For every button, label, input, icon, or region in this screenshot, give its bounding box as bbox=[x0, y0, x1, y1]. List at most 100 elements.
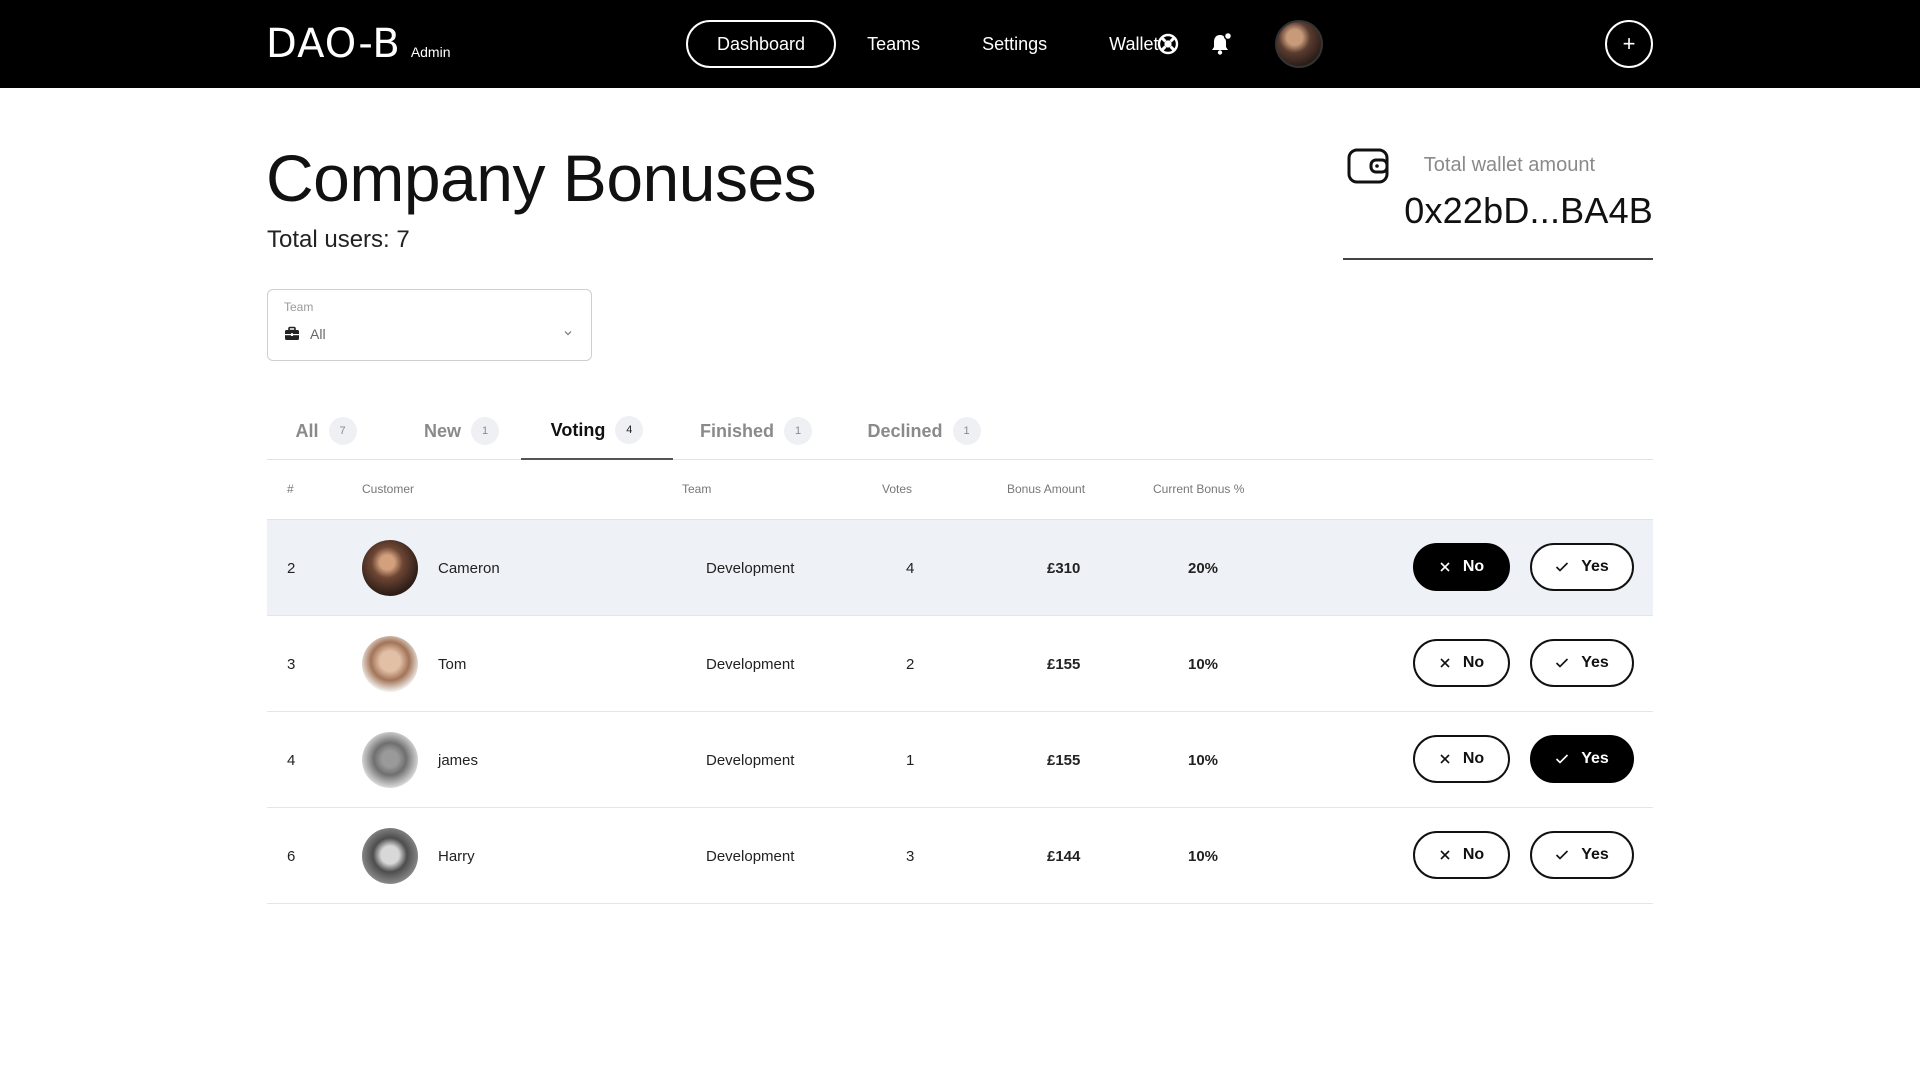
chevron-down-icon bbox=[564, 331, 572, 336]
vote-no-label: No bbox=[1462, 654, 1485, 671]
col-header-customer: Customer bbox=[362, 482, 415, 496]
avatar bbox=[362, 636, 418, 692]
bonus-percent: 20% bbox=[1188, 559, 1219, 577]
vote-yes-label: Yes bbox=[1581, 558, 1609, 575]
user-avatar bbox=[1275, 20, 1323, 68]
check-icon bbox=[1556, 562, 1569, 572]
wallet-icon bbox=[1347, 148, 1389, 184]
col-header-votes: Votes bbox=[882, 482, 913, 496]
role-label: Admin bbox=[410, 44, 451, 60]
vote-no-button[interactable]: No bbox=[1413, 735, 1510, 783]
plus-icon: + bbox=[1605, 20, 1653, 68]
count-badge: 1 bbox=[952, 417, 981, 445]
col-header-number: # bbox=[287, 482, 294, 496]
count-badge: 1 bbox=[471, 417, 499, 445]
help-button[interactable] bbox=[1153, 0, 1183, 88]
votes-count: 3 bbox=[906, 847, 915, 865]
vote-no-button[interactable]: No bbox=[1413, 543, 1510, 591]
tab-all[interactable]: All 7 bbox=[267, 402, 385, 460]
top-navigation-bar: DAO-B Admin Dashboard Teams Settings Wal… bbox=[0, 0, 1920, 88]
tab-declined[interactable]: Declined 1 bbox=[839, 402, 1009, 460]
avatar-cell bbox=[362, 616, 418, 712]
avatar-cell bbox=[362, 520, 418, 616]
votes-count: 2 bbox=[906, 655, 915, 673]
avatar bbox=[362, 540, 418, 596]
tab-label: All bbox=[295, 420, 319, 441]
col-header-current-bonus: Current Bonus % bbox=[1153, 482, 1245, 496]
votes-count: 4 bbox=[906, 559, 915, 577]
table-row: 4 james Development 1 £155 10% No Yes bbox=[267, 712, 1653, 808]
nav-dashboard[interactable]: Dashboard bbox=[686, 20, 837, 68]
count-badge: 7 bbox=[328, 417, 357, 445]
table-row: 3 Tom Development 2 £155 10% No Yes bbox=[267, 616, 1653, 712]
nav-settings[interactable]: Settings bbox=[951, 20, 1078, 68]
add-button[interactable]: + bbox=[1604, 0, 1654, 88]
avatar-cell bbox=[362, 808, 418, 904]
status-tabs: All 7 New 1 Voting 4 Finished 1 Declined… bbox=[267, 402, 1653, 460]
wallet-address: 0x22bD...BA4B bbox=[1404, 190, 1653, 231]
check-icon bbox=[1556, 850, 1569, 860]
team-select[interactable]: Team All bbox=[267, 289, 592, 361]
table-row: 6 Harry Development 3 £144 10% No Yes bbox=[267, 808, 1653, 904]
wallet-label: Total wallet amount bbox=[1423, 154, 1595, 176]
check-icon bbox=[1556, 658, 1569, 668]
table-row: 2 Cameron Development 4 £310 20% No Yes bbox=[267, 520, 1653, 616]
notifications-button[interactable] bbox=[1206, 0, 1236, 88]
team-name: Development bbox=[706, 559, 795, 577]
team-select-value: All bbox=[310, 326, 326, 342]
avatar bbox=[362, 732, 418, 788]
logo[interactable]: DAO-B Admin bbox=[266, 21, 451, 67]
logo-text: DAO-B bbox=[266, 21, 401, 67]
help-icon bbox=[1157, 33, 1179, 55]
tab-label: Declined bbox=[867, 420, 943, 441]
customer-name: Harry bbox=[438, 847, 475, 865]
customer-name: james bbox=[438, 751, 479, 769]
vote-no-button[interactable]: No bbox=[1413, 831, 1510, 879]
tab-new[interactable]: New 1 bbox=[385, 402, 538, 460]
row-number: 4 bbox=[287, 751, 296, 769]
bonus-percent: 10% bbox=[1188, 751, 1219, 769]
tab-finished[interactable]: Finished 1 bbox=[673, 402, 839, 460]
page-title: Company Bonuses bbox=[266, 141, 817, 215]
vote-no-label: No bbox=[1462, 750, 1485, 767]
vote-yes-button[interactable]: Yes bbox=[1530, 735, 1634, 783]
bonus-amount: £310 bbox=[1047, 559, 1081, 577]
team-name: Development bbox=[706, 751, 795, 769]
vote-yes-button[interactable]: Yes bbox=[1530, 639, 1634, 687]
total-users: Total users: 7 bbox=[267, 226, 410, 253]
row-number: 3 bbox=[287, 655, 296, 673]
bonus-percent: 10% bbox=[1188, 847, 1219, 865]
bell-icon bbox=[1212, 31, 1233, 55]
customer-name: Cameron bbox=[438, 559, 500, 577]
count-badge: 1 bbox=[784, 417, 812, 445]
avatar-cell bbox=[362, 712, 418, 808]
vote-yes-button[interactable]: Yes bbox=[1530, 831, 1634, 879]
bonus-table: # Customer Team Votes Bonus Amount Curre… bbox=[267, 460, 1653, 904]
bonus-amount: £144 bbox=[1047, 847, 1081, 865]
tab-voting[interactable]: Voting 4 bbox=[521, 402, 673, 460]
customer-name: Tom bbox=[438, 655, 467, 673]
bonus-amount: £155 bbox=[1047, 655, 1081, 673]
bonus-percent: 10% bbox=[1188, 655, 1219, 673]
team-select-label: Team bbox=[284, 300, 314, 314]
col-header-team: Team bbox=[682, 482, 712, 496]
nav-teams[interactable]: Teams bbox=[836, 20, 951, 68]
vote-no-label: No bbox=[1462, 846, 1485, 863]
team-name: Development bbox=[706, 655, 795, 673]
user-avatar-button[interactable] bbox=[1274, 0, 1324, 88]
row-number: 2 bbox=[287, 559, 296, 577]
avatar bbox=[362, 828, 418, 884]
vote-no-button[interactable]: No bbox=[1413, 639, 1510, 687]
row-number: 6 bbox=[287, 847, 296, 865]
close-icon bbox=[1440, 658, 1450, 668]
vote-yes-button[interactable]: Yes bbox=[1530, 543, 1634, 591]
bonus-amount: £155 bbox=[1047, 751, 1081, 769]
tab-label: Voting bbox=[550, 419, 606, 440]
close-icon bbox=[1440, 754, 1450, 764]
vote-yes-label: Yes bbox=[1581, 654, 1609, 671]
close-icon bbox=[1440, 562, 1450, 572]
wallet-summary: Total wallet amount 0x22bD...BA4B bbox=[1343, 138, 1653, 260]
count-badge: 4 bbox=[615, 416, 644, 444]
table-header: # Customer Team Votes Bonus Amount Curre… bbox=[267, 460, 1653, 520]
main-nav: Dashboard Teams Settings Wallet bbox=[686, 20, 1189, 68]
